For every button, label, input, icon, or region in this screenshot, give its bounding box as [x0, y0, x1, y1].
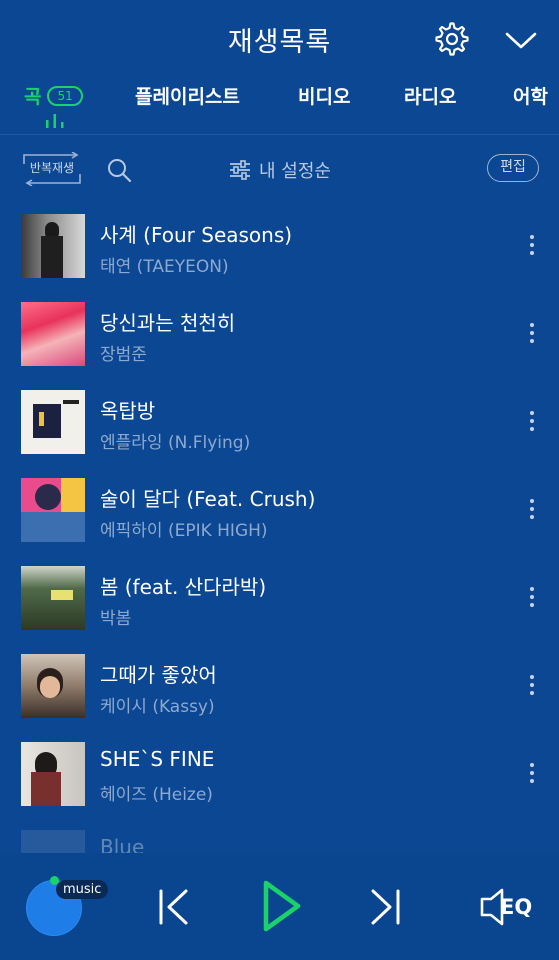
sort-button[interactable]: 내 설정순 [229, 156, 331, 184]
tab-songs-label: 곡 [24, 86, 42, 108]
chevron-down-icon[interactable] [503, 26, 539, 54]
music-tag: music [56, 880, 109, 899]
song-title: 옥탑방 [100, 399, 156, 423]
song-artist: 장범준 [100, 345, 147, 365]
song-row[interactable]: 술이 달다 (Feat. Crush) 에픽하이 (EPIK HIGH) [0, 467, 559, 555]
header: 재생목록 [0, 0, 559, 78]
song-artist: 에픽하이 (EPIK HIGH) [100, 521, 268, 541]
more-options-icon[interactable] [524, 411, 540, 435]
song-artist: 태연 (TAEYEON) [100, 257, 229, 277]
page-title: 재생목록 [227, 27, 332, 58]
song-title: 그때가 좋았어 [100, 663, 217, 687]
song-row[interactable]: 당신과는 천천히 장범준 [0, 291, 559, 379]
more-options-icon[interactable] [524, 323, 540, 347]
more-options-icon[interactable] [524, 499, 540, 523]
album-art [21, 654, 85, 718]
more-options-icon[interactable] [524, 675, 540, 699]
song-row[interactable]: SHE`S FINE 헤이즈 (Heize) [0, 731, 559, 819]
previous-icon[interactable] [156, 888, 192, 926]
album-art [21, 214, 85, 278]
song-title: 술이 달다 (Feat. Crush) [100, 487, 316, 511]
edit-button[interactable]: 편집 [487, 154, 539, 182]
song-title: SHE`S FINE [100, 747, 215, 771]
song-row[interactable]: 봄 (feat. 산다라박) 박봄 [0, 555, 559, 643]
album-art [21, 566, 85, 630]
song-artist: 헤이즈 (Heize) [100, 785, 213, 805]
song-artist: 케이시 (Kassy) [100, 697, 215, 717]
more-options-icon[interactable] [524, 587, 540, 611]
repeat-button[interactable]: 반복재생 [20, 152, 84, 186]
song-row[interactable]: 사계 (Four Seasons) 태연 (TAEYEON) [0, 203, 559, 291]
search-icon[interactable] [106, 157, 132, 183]
song-title: 당신과는 천천히 [100, 311, 236, 335]
song-title: 사계 (Four Seasons) [100, 223, 293, 247]
song-row[interactable]: 옥탑방 엔플라잉 (N.Flying) [0, 379, 559, 467]
eq-button[interactable]: EQ [478, 887, 536, 927]
tab-playlist[interactable]: 플레이리스트 [135, 82, 240, 109]
song-list: 사계 (Four Seasons) 태연 (TAEYEON) 당신과는 천천히 … [0, 203, 559, 853]
list-toolbar: 반복재생 내 설정순 편집 [0, 135, 559, 203]
album-art [21, 478, 85, 542]
song-artist: 박봄 [100, 609, 132, 629]
more-options-icon[interactable] [524, 235, 540, 259]
tab-language[interactable]: 어학 [513, 82, 548, 109]
gear-icon[interactable] [434, 21, 470, 57]
album-art [21, 830, 85, 853]
repeat-label: 반복재생 [29, 161, 75, 175]
album-art [21, 742, 85, 806]
song-row[interactable]: 그때가 좋았어 케이시 (Kassy) [0, 643, 559, 731]
play-icon[interactable] [258, 878, 304, 934]
player-bar: music EQ [0, 853, 559, 960]
tab-bar: 곡 51 플레이리스트 비디오 라디오 어학 [0, 78, 559, 134]
song-title: 봄 (feat. 산다라박) [100, 575, 267, 599]
album-art [21, 302, 85, 366]
song-row[interactable]: Blue [0, 819, 559, 853]
song-title: Blue [100, 835, 145, 853]
song-artist: 엔플라잉 (N.Flying) [100, 433, 251, 453]
album-art [21, 390, 85, 454]
tab-video[interactable]: 비디오 [298, 82, 350, 109]
next-icon[interactable] [367, 888, 403, 926]
more-options-icon[interactable] [524, 763, 540, 787]
tab-songs[interactable]: 곡 51 [24, 82, 83, 109]
song-count-badge: 51 [47, 86, 83, 106]
tab-radio[interactable]: 라디오 [404, 82, 456, 109]
equalizer-indicator-icon [46, 114, 64, 128]
eq-label: EQ [500, 895, 533, 919]
sliders-icon [230, 160, 250, 180]
sort-label: 내 설정순 [259, 161, 331, 182]
